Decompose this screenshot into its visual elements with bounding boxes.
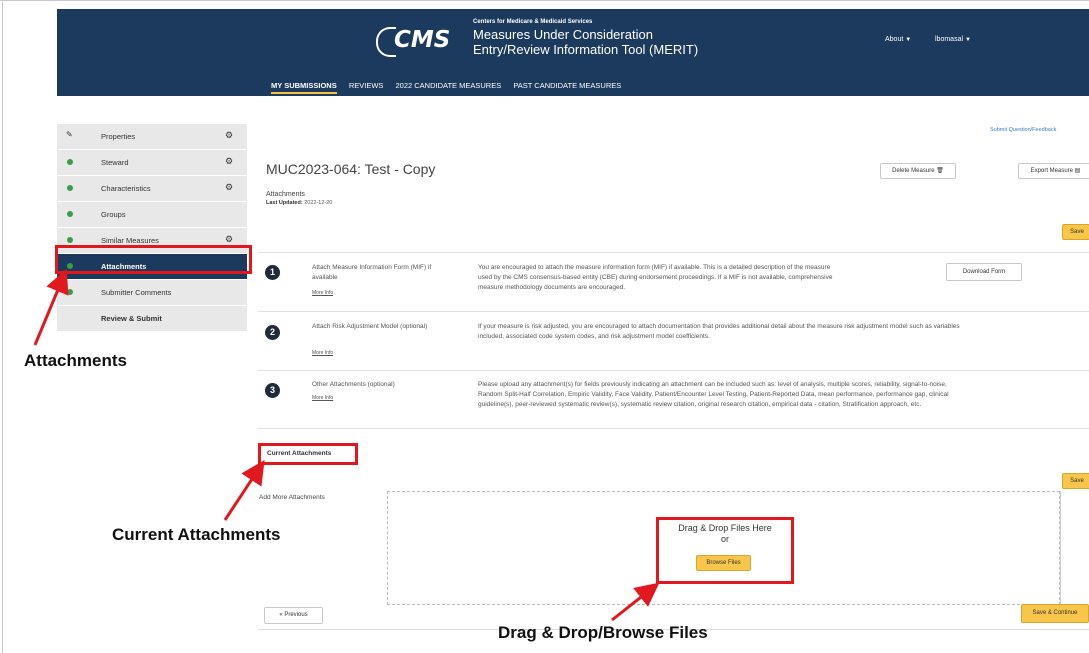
arrow-to-attachments [33,268,69,346]
arrow-to-current-attachments [223,459,265,521]
callout-arrows [33,268,660,622]
screenshot-frame: CMS Centers for Medicare & Medicaid Serv… [0,0,1089,653]
arrow-to-drag-drop [611,582,660,622]
